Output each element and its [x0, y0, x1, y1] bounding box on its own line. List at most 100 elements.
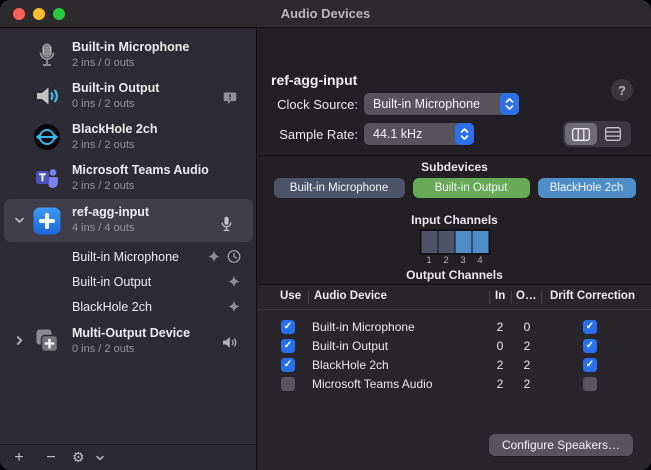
- microphone-icon: [32, 40, 62, 70]
- device-sidebar: Built-in Microphone 2 ins / 0 outs Built…: [0, 29, 257, 470]
- window-title: Audio Devices: [281, 6, 371, 21]
- chevron-down-icon[interactable]: [12, 214, 26, 228]
- channel-cell: [421, 231, 437, 253]
- col-header-in[interactable]: In: [495, 290, 505, 302]
- divider: [258, 155, 651, 156]
- device-detail: 0 ins / 2 outs: [72, 342, 190, 356]
- channel-number: 4: [472, 255, 488, 266]
- device-detail: 0 ins / 2 outs: [72, 97, 159, 111]
- configure-speakers-button[interactable]: Configure Speakers…: [489, 434, 633, 456]
- cell-out: 2: [519, 377, 535, 391]
- gear-icon: ⚙: [72, 449, 85, 466]
- sidebar-item-ref-agg-input[interactable]: ref-agg-input 4 ins / 4 outs: [4, 199, 253, 242]
- subdevice-pill[interactable]: Built-in Microphone: [274, 178, 405, 198]
- sidebar-item-multi-output-device[interactable]: Multi-Output Device 0 ins / 2 outs: [4, 320, 253, 361]
- blackhole-icon: [32, 122, 62, 152]
- clock-source-label: Clock Source:: [258, 97, 358, 112]
- col-header-out[interactable]: O…: [516, 290, 536, 302]
- alert-bubble-icon[interactable]: [223, 91, 237, 110]
- audio-devices-window: Audio Devices Built-in Microphone 2 ins …: [0, 0, 651, 470]
- col-header-drift-correction[interactable]: Drift Correction: [550, 290, 635, 302]
- input-channel-meter: [419, 229, 490, 255]
- subdevice-pills: Built-in Microphone Built-in Output Blac…: [258, 178, 651, 198]
- channel-numbers: 1 2 3 4: [419, 255, 490, 266]
- spark-icon: [207, 249, 221, 268]
- col-header-use[interactable]: Use: [280, 290, 301, 302]
- rows-icon: [605, 127, 621, 141]
- cell-device: Built-in Microphone: [312, 320, 415, 334]
- subdevice-row-blackhole-2ch[interactable]: BlackHole 2ch: [4, 296, 253, 321]
- drift-checkbox[interactable]: [583, 339, 597, 353]
- default-input-mic-icon: [220, 216, 233, 237]
- sample-rate-label: Sample Rate:: [258, 127, 358, 142]
- subdevice-pill[interactable]: BlackHole 2ch: [538, 178, 636, 198]
- aggregate-device-icon: [32, 206, 62, 236]
- close-button[interactable]: [13, 8, 25, 20]
- columns-icon: [572, 128, 590, 141]
- multi-output-icon: [32, 326, 62, 356]
- use-checkbox[interactable]: [281, 358, 295, 372]
- page-title: ref-agg-input: [271, 72, 357, 88]
- cell-device: BlackHole 2ch: [312, 358, 389, 372]
- teams-icon: [32, 163, 62, 193]
- gear-menu-button[interactable]: ⚙: [72, 449, 105, 466]
- channel-cell: [472, 231, 488, 253]
- channel-number: 3: [455, 255, 471, 266]
- cell-out: 0: [519, 320, 535, 334]
- use-checkbox[interactable]: [281, 320, 295, 334]
- add-device-button[interactable]: +: [6, 450, 32, 466]
- view-mode-segmented-control: [563, 121, 631, 147]
- use-checkbox[interactable]: [281, 339, 295, 353]
- cell-out: 2: [519, 339, 535, 353]
- sidebar-item-built-in-output[interactable]: Built-in Output 0 ins / 2 outs: [4, 75, 253, 116]
- clock-source-popup[interactable]: Built-in Microphone: [364, 93, 519, 115]
- table-row[interactable]: Built-in Output 0 2: [258, 337, 651, 356]
- help-button[interactable]: ?: [611, 79, 633, 101]
- subdevice-row-built-in-microphone[interactable]: Built-in Microphone: [4, 246, 253, 271]
- cell-out: 2: [519, 358, 535, 372]
- cell-in: 2: [492, 320, 508, 334]
- device-detail: 2 ins / 0 outs: [72, 56, 189, 70]
- table-row[interactable]: BlackHole 2ch 2 2: [258, 356, 651, 375]
- device-name: Built-in Microphone: [72, 39, 189, 56]
- cell-device: Microsoft Teams Audio: [312, 377, 433, 391]
- subdevice-row-built-in-output[interactable]: Built-in Output: [4, 271, 253, 296]
- sidebar-toolbar: + − ⚙: [0, 444, 256, 470]
- clock-icon: [227, 249, 241, 268]
- col-header-audio-device[interactable]: Audio Device: [314, 290, 387, 302]
- device-name: Multi-Output Device: [72, 325, 190, 342]
- drift-checkbox[interactable]: [583, 377, 597, 391]
- minimize-button[interactable]: [33, 8, 45, 20]
- rows-view-button[interactable]: [597, 123, 629, 145]
- table-row[interactable]: Microsoft Teams Audio 2 2: [258, 375, 651, 394]
- channel-number: 1: [421, 255, 437, 266]
- drift-checkbox[interactable]: [583, 320, 597, 334]
- chevron-right-icon[interactable]: [12, 334, 26, 348]
- sidebar-item-microsoft-teams-audio[interactable]: Microsoft Teams Audio 2 ins / 2 outs: [4, 157, 253, 198]
- channel-cell: [455, 231, 471, 253]
- sidebar-item-built-in-microphone[interactable]: Built-in Microphone 2 ins / 0 outs: [4, 34, 253, 75]
- default-output-speaker-icon: [222, 336, 237, 354]
- drift-checkbox[interactable]: [583, 358, 597, 372]
- table-header: Use Audio Device In O… Drift Correction: [258, 285, 651, 310]
- use-checkbox[interactable]: [281, 377, 295, 391]
- sidebar-item-blackhole-2ch[interactable]: BlackHole 2ch 2 ins / 2 outs: [4, 116, 253, 157]
- sample-rate-value: 44.1 kHz: [373, 127, 455, 141]
- chevron-down-icon: [95, 453, 105, 463]
- subdevice-name: Built-in Microphone: [72, 250, 179, 264]
- speaker-icon: [32, 81, 62, 111]
- output-channels-title: Output Channels: [258, 268, 651, 282]
- subdevice-pill[interactable]: Built-in Output: [413, 178, 530, 198]
- remove-device-button[interactable]: −: [38, 450, 64, 466]
- zoom-button[interactable]: [53, 8, 65, 20]
- popup-stepper-icon: [455, 123, 474, 145]
- spark-icon: [227, 274, 241, 293]
- title-bar: Audio Devices: [0, 0, 651, 28]
- subdevice-table: Use Audio Device In O… Drift Correction …: [258, 284, 651, 470]
- clock-source-value: Built-in Microphone: [373, 97, 500, 111]
- channel-number: 2: [438, 255, 454, 266]
- device-detail: 2 ins / 2 outs: [72, 179, 209, 193]
- table-row[interactable]: Built-in Microphone 2 0: [258, 318, 651, 337]
- sample-rate-popup[interactable]: 44.1 kHz: [364, 123, 474, 145]
- columns-view-button[interactable]: [565, 123, 597, 145]
